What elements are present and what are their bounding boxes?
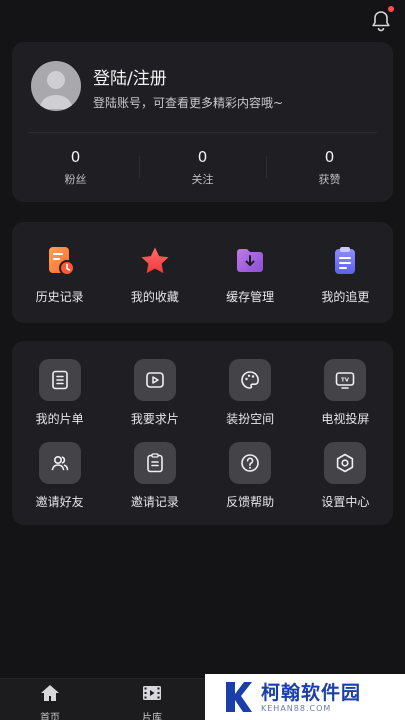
tool-icon-box <box>229 359 272 401</box>
stat-value: 0 <box>70 148 81 166</box>
watermark-logo-icon <box>226 682 252 712</box>
watermark-url: KEHAN88.COM <box>261 703 332 713</box>
tab-library[interactable]: 片库 <box>132 683 172 720</box>
favorites-label: 我的收藏 <box>130 290 179 304</box>
help-icon <box>241 454 259 472</box>
tool-icon-box <box>133 442 176 484</box>
avatar[interactable] <box>31 61 81 111</box>
dressup-space-button[interactable]: 装扮空间 <box>203 359 298 427</box>
stat-label: 粉丝 <box>64 173 87 186</box>
tv-cast-button[interactable]: TV 电视投屏 <box>298 359 393 427</box>
notification-bell-icon[interactable] <box>369 9 393 33</box>
divider <box>28 132 377 133</box>
tab-home-label: 首页 <box>40 713 60 720</box>
tools-card: 我的片单 我要求片 装扮空间 TV 电视投屏 邀请好友 邀请记录 反馈帮助 设置… <box>12 341 393 525</box>
profile-card: 登陆/注册 登陆账号，可查看更多精彩内容哦~ 0 粉丝 0 关注 0 获赞 <box>12 42 393 202</box>
stat-label: 获赞 <box>318 173 341 186</box>
watermark-text: 柯翰软件园 KEHAN88.COM <box>261 682 361 713</box>
stat-following[interactable]: 0 关注 <box>139 146 266 192</box>
top-bar <box>0 0 405 40</box>
star-icon <box>141 247 169 274</box>
settings-button[interactable]: 设置中心 <box>298 442 393 510</box>
tool-icon-box <box>324 442 367 484</box>
login-register-link[interactable]: 登陆/注册 <box>93 64 167 89</box>
tab-library-label: 片库 <box>142 713 162 720</box>
following-updates-label: 我的追更 <box>321 290 370 304</box>
my-playlist-label: 我的片单 <box>35 412 84 426</box>
list-icon <box>51 370 68 390</box>
clipboard-icon <box>335 247 356 274</box>
stat-value: 0 <box>324 148 335 166</box>
profile-stats: 0 粉丝 0 关注 0 获赞 <box>12 146 393 192</box>
watermark: 柯翰软件园 KEHAN88.COM <box>205 674 405 720</box>
feedback-help-button[interactable]: 反馈帮助 <box>203 442 298 510</box>
stat-label: 关注 <box>191 173 214 186</box>
tool-icon-box <box>38 359 81 401</box>
home-icon <box>41 685 59 701</box>
stat-fans[interactable]: 0 粉丝 <box>12 146 139 192</box>
request-movie-button[interactable]: 我要求片 <box>107 359 202 427</box>
tool-icon-box <box>229 442 272 484</box>
svg-text:TV: TV <box>341 378 350 384</box>
avatar-placeholder-icon <box>39 71 73 109</box>
history-icon <box>48 247 75 276</box>
cache-button[interactable]: 缓存管理 <box>203 244 298 323</box>
play-icon <box>146 372 164 388</box>
stat-likes[interactable]: 0 获赞 <box>266 146 393 192</box>
following-updates-button[interactable]: 我的追更 <box>298 244 393 323</box>
feedback-help-label: 反馈帮助 <box>226 495 275 509</box>
tool-icon-box <box>38 442 81 484</box>
tv-icon: TV <box>336 372 355 389</box>
my-playlist-button[interactable]: 我的片单 <box>12 359 107 427</box>
users-icon <box>51 456 68 471</box>
film-icon <box>143 686 161 700</box>
download-folder-icon <box>237 249 264 272</box>
login-hint: 登陆账号，可查看更多精彩内容哦~ <box>93 96 284 110</box>
tab-home[interactable]: 首页 <box>30 683 70 720</box>
invite-records-button[interactable]: 邀请记录 <box>107 442 202 510</box>
invite-records-label: 邀请记录 <box>130 495 179 509</box>
invite-friends-label: 邀请好友 <box>35 495 84 509</box>
settings-label: 设置中心 <box>321 495 370 509</box>
quick-actions-card: 历史记录 我的收藏 缓存管理 我的追更 <box>12 222 393 323</box>
stat-value: 0 <box>197 148 208 166</box>
palette-icon <box>241 371 259 389</box>
tool-icon-box <box>133 359 176 401</box>
tools-row: 邀请好友 邀请记录 反馈帮助 设置中心 <box>12 442 393 510</box>
record-icon <box>147 453 163 473</box>
history-button[interactable]: 历史记录 <box>12 244 107 323</box>
dressup-space-label: 装扮空间 <box>226 412 275 426</box>
watermark-title: 柯翰软件园 <box>261 681 362 704</box>
invite-friends-button[interactable]: 邀请好友 <box>12 442 107 510</box>
tool-icon-box: TV <box>324 359 367 401</box>
favorites-button[interactable]: 我的收藏 <box>107 244 202 323</box>
tools-row: 我的片单 我要求片 装扮空间 TV 电视投屏 <box>12 359 393 427</box>
request-movie-label: 我要求片 <box>130 412 179 426</box>
history-label: 历史记录 <box>35 290 84 304</box>
tv-cast-label: 电视投屏 <box>321 412 370 426</box>
notification-dot <box>388 6 394 12</box>
cache-label: 缓存管理 <box>226 290 275 304</box>
settings-icon <box>337 453 354 473</box>
